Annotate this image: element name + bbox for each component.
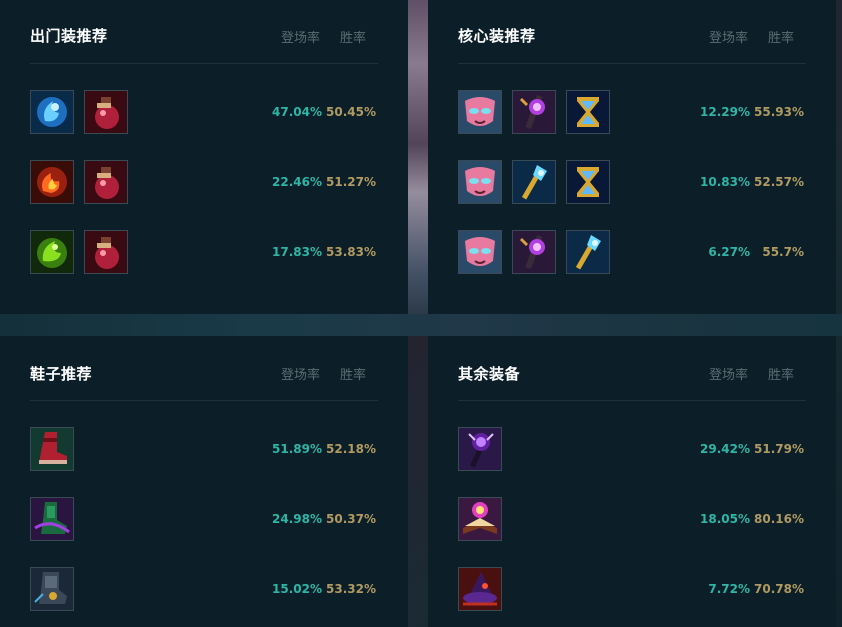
blue-scepter-icon[interactable]	[512, 160, 556, 204]
pick-rate-header: 登场率	[280, 368, 320, 383]
build-row: 7.72% 70.78%	[458, 567, 806, 611]
pick-rate-header: 登场率	[708, 31, 748, 46]
build-row: 15.02% 53.32%	[30, 567, 378, 611]
blue-scepter-icon[interactable]	[566, 230, 610, 274]
panel-title: 核心装推荐	[458, 27, 536, 45]
panel-title: 其余装备	[458, 365, 521, 383]
win-rate: 52.57%	[754, 175, 804, 189]
pick-rate: 22.46%	[272, 175, 322, 189]
panel-header: 出门装推荐 登场率 胜率	[30, 0, 378, 64]
win-rate: 55.93%	[754, 105, 804, 119]
panel-header: 鞋子推荐 登场率 胜率	[30, 336, 378, 401]
win-rate-header: 胜率	[767, 368, 794, 383]
panel-header: 其余装备 登场率 胜率	[458, 336, 806, 401]
panel-title: 出门装推荐	[30, 27, 108, 45]
spellbook-icon[interactable]	[458, 497, 502, 541]
armored-boots-icon[interactable]	[30, 567, 74, 611]
pick-rate: 15.02%	[272, 582, 322, 596]
pick-rate: 18.05%	[700, 512, 750, 526]
panel-title: 鞋子推荐	[30, 365, 93, 383]
pick-rate: 17.83%	[272, 245, 322, 259]
blue-water-orb-icon[interactable]	[30, 90, 74, 134]
pick-rate: 24.98%	[272, 512, 322, 526]
build-row: 12.29% 55.93%	[458, 90, 806, 134]
red-potion-icon[interactable]	[84, 230, 128, 274]
win-rate: 51.79%	[754, 442, 804, 456]
red-potion-icon[interactable]	[84, 90, 128, 134]
win-rate: 51.27%	[326, 175, 376, 189]
pick-rate: 29.42%	[700, 442, 750, 456]
purple-staff-icon[interactable]	[512, 230, 556, 274]
panel-header: 核心装推荐 登场率 胜率	[458, 0, 806, 64]
void-staff-icon[interactable]	[458, 427, 502, 471]
hourglass-icon[interactable]	[566, 90, 610, 134]
build-row: 6.27% 55.7%	[458, 230, 806, 274]
pick-rate: 6.27%	[708, 245, 750, 259]
pick-rate: 51.89%	[272, 442, 322, 456]
win-rate: 55.7%	[762, 245, 804, 259]
witch-hat-icon[interactable]	[458, 567, 502, 611]
purple-staff-icon[interactable]	[512, 90, 556, 134]
green-boots-icon[interactable]	[30, 497, 74, 541]
build-row: 10.83% 52.57%	[458, 160, 806, 204]
build-row: 22.46% 51.27%	[30, 160, 378, 204]
hourglass-icon[interactable]	[566, 160, 610, 204]
fire-orb-icon[interactable]	[30, 160, 74, 204]
boots-panel: 鞋子推荐 登场率 胜率 51.89% 52.18% 24.98% 50.37% …	[0, 336, 408, 627]
core-items-panel: 核心装推荐 登场率 胜率 12.29% 55.93% 10.83% 52.57%	[428, 0, 836, 314]
starter-items-panel: 出门装推荐 登场率 胜率 47.04% 50.45% 22.46% 51.27%…	[0, 0, 408, 314]
pick-rate: 12.29%	[700, 105, 750, 119]
background-art-strip	[0, 314, 842, 336]
other-items-panel: 其余装备 登场率 胜率 29.42% 51.79% 18.05% 80.16% …	[428, 336, 836, 627]
build-row: 51.89% 52.18%	[30, 427, 378, 471]
red-potion-icon[interactable]	[84, 160, 128, 204]
win-rate: 80.16%	[754, 512, 804, 526]
win-rate: 70.78%	[754, 582, 804, 596]
green-orb-icon[interactable]	[30, 230, 74, 274]
pink-mask-icon[interactable]	[458, 90, 502, 134]
build-row: 24.98% 50.37%	[30, 497, 378, 541]
win-rate: 50.45%	[326, 105, 376, 119]
pick-rate: 10.83%	[700, 175, 750, 189]
pick-rate: 47.04%	[272, 105, 322, 119]
pink-mask-icon[interactable]	[458, 160, 502, 204]
build-row: 47.04% 50.45%	[30, 90, 378, 134]
win-rate: 53.83%	[326, 245, 376, 259]
build-row: 18.05% 80.16%	[458, 497, 806, 541]
pick-rate-header: 登场率	[280, 31, 320, 46]
win-rate-header: 胜率	[339, 368, 366, 383]
win-rate: 50.37%	[326, 512, 376, 526]
build-row: 17.83% 53.83%	[30, 230, 378, 274]
win-rate: 53.32%	[326, 582, 376, 596]
red-boots-icon[interactable]	[30, 427, 74, 471]
win-rate-header: 胜率	[339, 31, 366, 46]
win-rate: 52.18%	[326, 442, 376, 456]
pick-rate: 7.72%	[708, 582, 750, 596]
build-row: 29.42% 51.79%	[458, 427, 806, 471]
pink-mask-icon[interactable]	[458, 230, 502, 274]
pick-rate-header: 登场率	[708, 368, 748, 383]
win-rate-header: 胜率	[767, 31, 794, 46]
